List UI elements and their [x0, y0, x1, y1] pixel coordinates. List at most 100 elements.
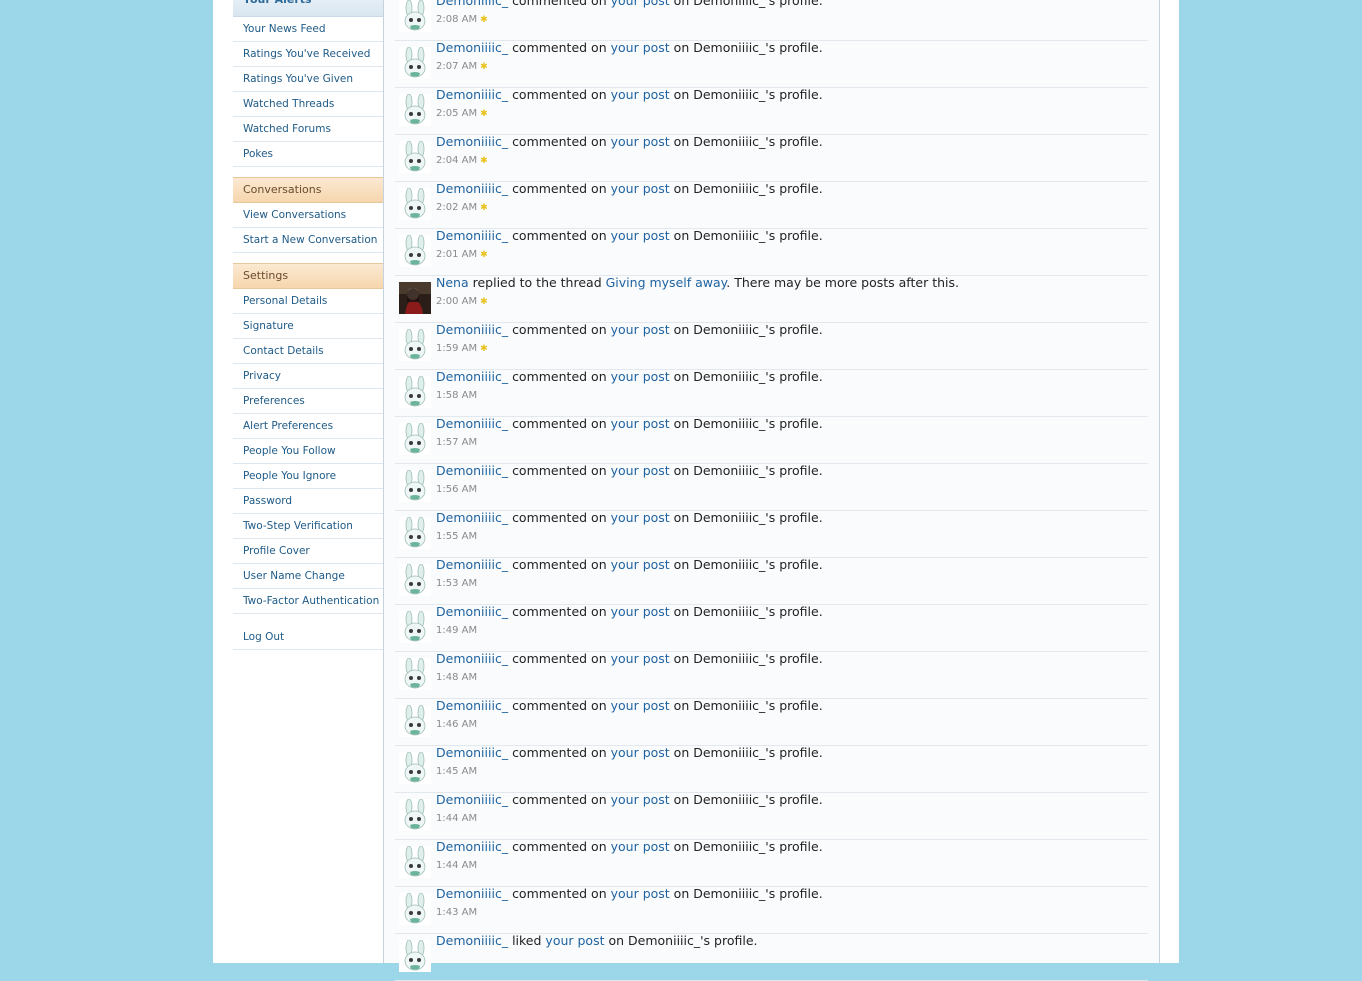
alert-username-link[interactable]: Nena [436, 275, 469, 290]
alert-content-link[interactable]: your post [611, 228, 670, 243]
alert-content-link[interactable]: your post [545, 933, 604, 948]
alert-content-link[interactable]: your post [611, 557, 670, 572]
user-avatar[interactable] [399, 469, 431, 502]
alert-username-link[interactable]: Demoniiiic_ [436, 698, 508, 713]
alert-content-link[interactable]: your post [611, 698, 670, 713]
sidebar-item-profile-cover[interactable]: Profile Cover [233, 539, 383, 564]
alert-username-link[interactable]: Demoniiiic_ [436, 40, 508, 55]
alert-content-link[interactable]: your post [611, 792, 670, 807]
user-avatar[interactable] [399, 140, 431, 173]
alert-timestamp[interactable]: 1:49 AM [436, 625, 477, 636]
alert-content-link[interactable]: your post [611, 369, 670, 384]
alert-content-link[interactable]: Giving myself away [606, 275, 727, 290]
alert-timestamp[interactable]: 1:55 AM [436, 531, 477, 542]
user-avatar[interactable] [399, 328, 431, 361]
sidebar-item-personal-details[interactable]: Personal Details [233, 289, 383, 314]
user-avatar[interactable] [399, 657, 431, 690]
alert-username-link[interactable]: Demoniiiic_ [436, 369, 508, 384]
alert-content-link[interactable]: your post [611, 463, 670, 478]
alert-username-link[interactable]: Demoniiiic_ [436, 792, 508, 807]
user-avatar[interactable] [399, 704, 431, 737]
alert-content-link[interactable]: your post [611, 604, 670, 619]
sidebar-item-view-conversations[interactable]: View Conversations [233, 203, 383, 228]
alert-username-link[interactable]: Demoniiiic_ [436, 416, 508, 431]
alert-content-link[interactable]: your post [611, 651, 670, 666]
alert-username-link[interactable]: Demoniiiic_ [436, 228, 508, 243]
alert-username-link[interactable]: Demoniiiic_ [436, 510, 508, 525]
alert-content-link[interactable]: your post [611, 134, 670, 149]
user-avatar[interactable] [399, 610, 431, 643]
alert-timestamp[interactable]: 1:56 AM [436, 484, 477, 495]
alert-timestamp[interactable]: 2:02 AM ✱ [436, 202, 488, 213]
alert-timestamp[interactable]: 2:00 AM ✱ [436, 296, 488, 307]
sidebar-item-two-step-verification[interactable]: Two-Step Verification [233, 514, 383, 539]
alert-username-link[interactable]: Demoniiiic_ [436, 886, 508, 901]
alert-username-link[interactable]: Demoniiiic_ [436, 604, 508, 619]
alert-username-link[interactable]: Demoniiiic_ [436, 651, 508, 666]
alert-content-link[interactable]: your post [611, 510, 670, 525]
alert-username-link[interactable]: Demoniiiic_ [436, 933, 508, 948]
sidebar-item-password[interactable]: Password [233, 489, 383, 514]
sidebar-item-alert-preferences[interactable]: Alert Preferences [233, 414, 383, 439]
alert-timestamp[interactable]: 2:04 AM ✱ [436, 155, 488, 166]
sidebar-item-people-you-ignore[interactable]: People You Ignore [233, 464, 383, 489]
alert-username-link[interactable]: Demoniiiic_ [436, 839, 508, 854]
user-avatar[interactable] [399, 93, 431, 126]
alert-timestamp[interactable]: 1:46 AM [436, 719, 477, 730]
alert-timestamp[interactable]: 1:44 AM [436, 860, 477, 871]
alert-content-link[interactable]: your post [611, 886, 670, 901]
sidebar-item-log-out[interactable]: Log Out [233, 625, 383, 650]
sidebar-item-your-news-feed[interactable]: Your News Feed [233, 17, 383, 42]
user-avatar[interactable] [399, 563, 431, 596]
sidebar-item-ratings-you-ve-received[interactable]: Ratings You've Received [233, 42, 383, 67]
sidebar-item-two-factor-authentication[interactable]: Two-Factor Authentication [233, 589, 383, 614]
alert-timestamp[interactable]: 1:59 AM ✱ [436, 343, 488, 354]
sidebar-settings-title[interactable]: Settings [233, 263, 383, 289]
alert-content-link[interactable]: your post [611, 745, 670, 760]
alert-username-link[interactable]: Demoniiiic_ [436, 463, 508, 478]
user-avatar[interactable] [399, 892, 431, 925]
sidebar-conversations-title[interactable]: Conversations [233, 177, 383, 203]
sidebar-item-start-a-new-conversation[interactable]: Start a New Conversation [233, 228, 383, 253]
user-avatar[interactable] [399, 751, 431, 784]
alert-content-link[interactable]: your post [611, 181, 670, 196]
alert-username-link[interactable]: Demoniiiic_ [436, 745, 508, 760]
user-avatar[interactable] [399, 375, 431, 408]
alert-timestamp[interactable]: 2:01 AM ✱ [436, 249, 488, 260]
sidebar-item-watched-forums[interactable]: Watched Forums [233, 117, 383, 142]
user-avatar[interactable] [399, 46, 431, 79]
alert-content-link[interactable]: your post [611, 416, 670, 431]
alert-timestamp[interactable]: 1:57 AM [436, 437, 477, 448]
user-avatar[interactable] [399, 282, 431, 314]
alert-content-link[interactable]: your post [611, 839, 670, 854]
sidebar-item-privacy[interactable]: Privacy [233, 364, 383, 389]
user-avatar[interactable] [399, 187, 431, 220]
alert-timestamp[interactable]: 1:43 AM [436, 907, 477, 918]
sidebar-item-ratings-you-ve-given[interactable]: Ratings You've Given [233, 67, 383, 92]
user-avatar[interactable] [399, 798, 431, 831]
alert-username-link[interactable]: Demoniiiic_ [436, 181, 508, 196]
alert-username-link[interactable]: Demoniiiic_ [436, 87, 508, 102]
sidebar-alerts-title[interactable]: Your Alerts [233, 0, 383, 17]
sidebar-item-contact-details[interactable]: Contact Details [233, 339, 383, 364]
alert-content-link[interactable]: your post [611, 87, 670, 102]
alert-content-link[interactable]: your post [611, 0, 670, 8]
alert-timestamp[interactable]: 1:58 AM [436, 390, 477, 401]
alert-username-link[interactable]: Demoniiiic_ [436, 134, 508, 149]
alert-timestamp[interactable]: 1:48 AM [436, 672, 477, 683]
alert-timestamp[interactable]: 1:44 AM [436, 813, 477, 824]
user-avatar[interactable] [399, 422, 431, 455]
alert-timestamp[interactable]: 2:05 AM ✱ [436, 108, 488, 119]
alert-content-link[interactable]: your post [611, 40, 670, 55]
user-avatar[interactable] [399, 0, 431, 32]
alert-username-link[interactable]: Demoniiiic_ [436, 0, 508, 8]
alert-content-link[interactable]: your post [611, 322, 670, 337]
alert-timestamp[interactable]: 2:07 AM ✱ [436, 61, 488, 72]
user-avatar[interactable] [399, 939, 431, 972]
alert-username-link[interactable]: Demoniiiic_ [436, 557, 508, 572]
sidebar-item-user-name-change[interactable]: User Name Change [233, 564, 383, 589]
sidebar-item-signature[interactable]: Signature [233, 314, 383, 339]
sidebar-item-watched-threads[interactable]: Watched Threads [233, 92, 383, 117]
sidebar-item-pokes[interactable]: Pokes [233, 142, 383, 167]
alert-timestamp[interactable]: 1:53 AM [436, 578, 477, 589]
